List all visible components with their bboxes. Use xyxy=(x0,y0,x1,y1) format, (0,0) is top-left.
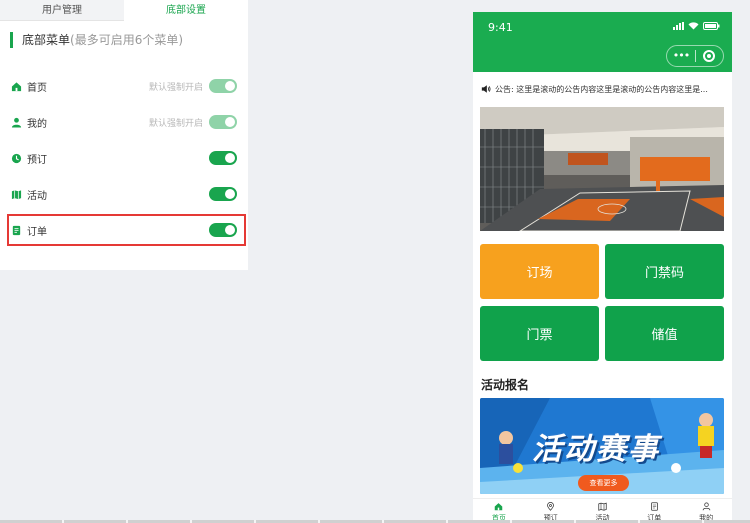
menu-toggle-activity[interactable] xyxy=(209,187,237,201)
user-icon xyxy=(702,502,710,511)
section-title: 底部菜单(最多可启用6个菜单) xyxy=(10,32,183,48)
user-icon xyxy=(11,117,22,128)
notice-text: 公告: 这里是滚动的公告内容这里是滚动的公告内容这里是... xyxy=(495,84,708,94)
event-banner[interactable]: 活动赛事 查看更多 xyxy=(480,398,724,494)
map-icon xyxy=(11,189,22,200)
section-hint: (最多可启用6个菜单) xyxy=(70,33,184,47)
tab-bar: 用户管理 底部设置 xyxy=(0,0,248,21)
view-more-button[interactable]: 查看更多 xyxy=(578,475,629,491)
menu-label: 首页 xyxy=(27,82,47,94)
access-code-button[interactable]: 门禁码 xyxy=(605,244,724,299)
event-banner-title: 活动赛事 xyxy=(532,432,660,467)
settings-panel: 用户管理 底部设置 底部菜单(最多可启用6个菜单) 首页 默认强制开启 我的 默… xyxy=(0,0,248,270)
menu-toggle-booking[interactable] xyxy=(209,151,237,165)
home-icon xyxy=(11,81,22,92)
more-icon[interactable]: ••• xyxy=(667,46,695,66)
book-court-button[interactable]: 订场 xyxy=(480,244,599,299)
signal-icon xyxy=(673,22,684,30)
activity-section-title: 活动报名 xyxy=(481,378,530,392)
menu-label: 我的 xyxy=(27,118,47,130)
tab-bottom-settings[interactable]: 底部设置 xyxy=(124,0,248,21)
home-icon xyxy=(495,503,503,511)
status-icons xyxy=(673,22,720,30)
map-icon xyxy=(598,502,607,511)
venue-banner-image[interactable] xyxy=(480,107,724,231)
phone-preview: 9:41 ••• 公告: 这里是滚动的公告内容这里是滚动的公告内容这里是... xyxy=(473,12,732,523)
selection-highlight xyxy=(7,214,246,246)
notice-bar[interactable]: 公告: 这里是滚动的公告内容这里是滚动的公告内容这里是... xyxy=(481,82,726,96)
menu-row-home: 首页 默认强制开启 xyxy=(11,78,237,94)
status-time: 9:41 xyxy=(488,21,513,34)
menu-note: 默认强制开启 xyxy=(148,82,203,93)
menu-label: 活动 xyxy=(27,190,47,202)
ticket-button[interactable]: 门票 xyxy=(480,306,599,361)
tab-user-management[interactable]: 用户管理 xyxy=(0,0,124,21)
clock-icon xyxy=(11,153,22,164)
document-icon xyxy=(650,502,658,511)
mini-program-capsule: ••• xyxy=(666,45,724,67)
location-icon xyxy=(547,502,555,511)
battery-icon xyxy=(703,22,720,30)
menu-row-mine: 我的 默认强制开启 xyxy=(11,114,237,130)
menu-row-booking: 预订 xyxy=(11,150,237,166)
close-circle-icon[interactable] xyxy=(703,50,715,62)
menu-toggle-home[interactable] xyxy=(209,79,237,93)
phone-header: 9:41 ••• xyxy=(473,12,732,72)
speaker-icon xyxy=(481,85,491,93)
wifi-icon xyxy=(688,22,699,30)
section-title-text: 底部菜单 xyxy=(22,33,71,47)
menu-row-activity: 活动 xyxy=(11,186,237,202)
menu-toggle-mine[interactable] xyxy=(209,115,237,129)
capsule-divider xyxy=(695,50,696,62)
stored-value-button[interactable]: 储值 xyxy=(605,306,724,361)
menu-label: 预订 xyxy=(27,154,47,166)
menu-note: 默认强制开启 xyxy=(148,118,203,129)
